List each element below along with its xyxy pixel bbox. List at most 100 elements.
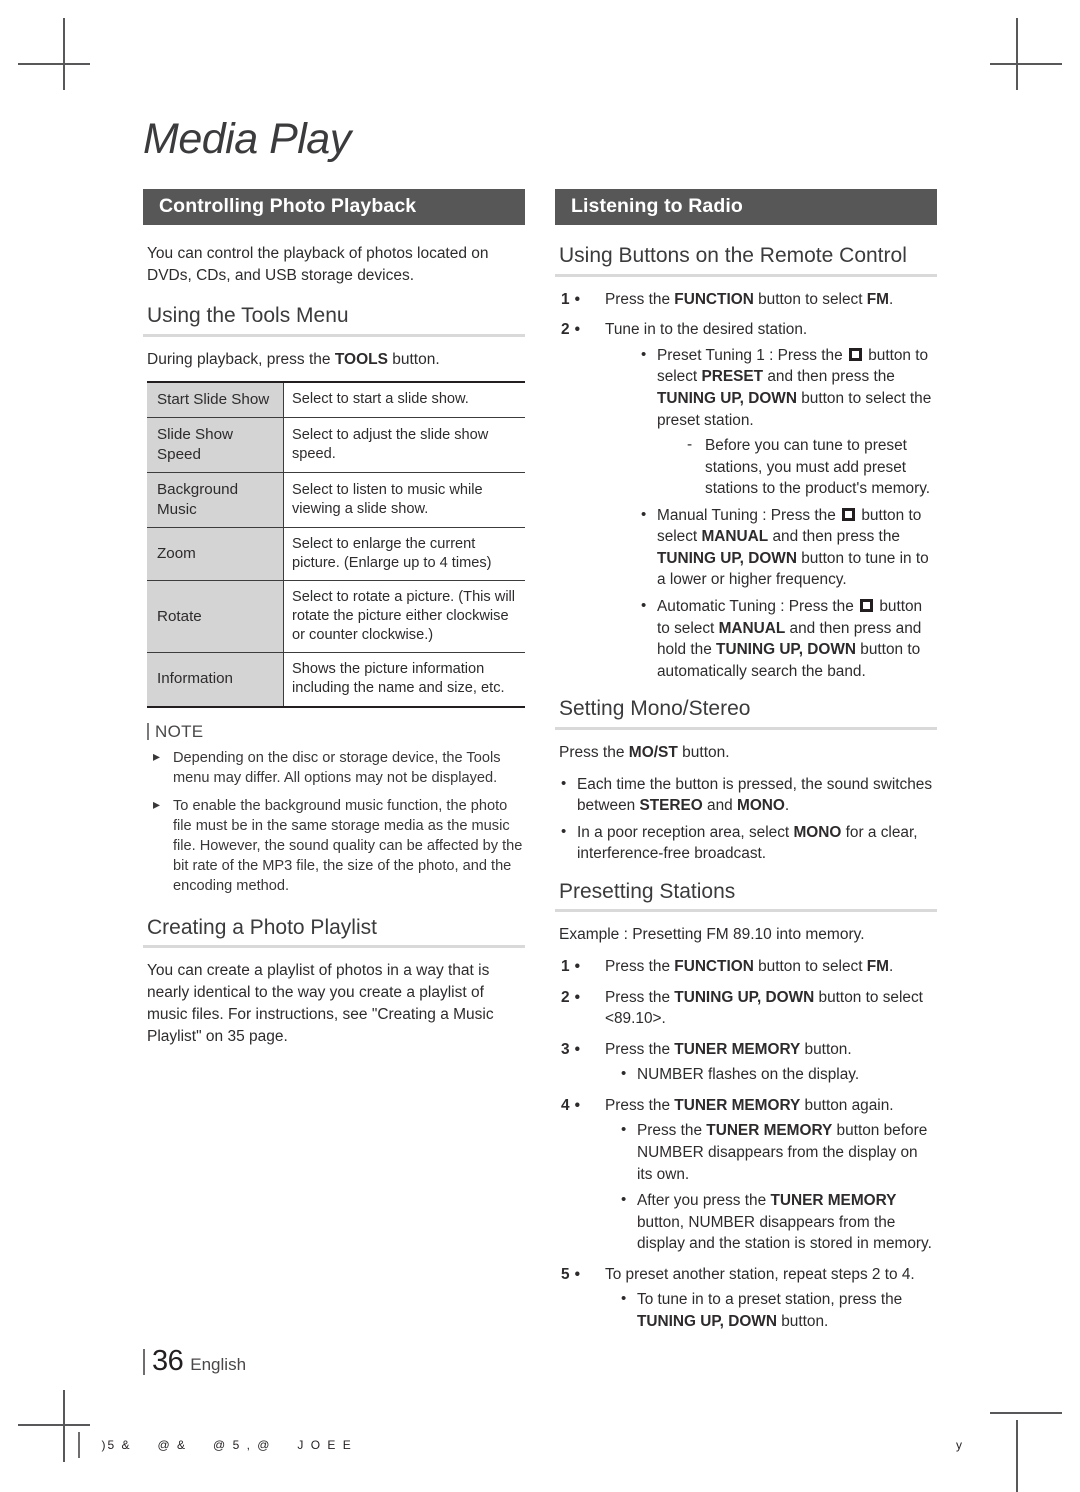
step-number-value: 1 — [561, 290, 570, 308]
right-column: Listening to Radio Using Buttons on the … — [555, 189, 937, 1341]
manual-page: Media Play Controlling Photo Playback Yo… — [143, 118, 938, 1378]
table-row: Slide Show Speed Select to adjust the sl… — [147, 417, 525, 474]
subheading-using-buttons-on-the-remote-control: Using Buttons on the Remote Control — [559, 244, 907, 268]
step-dot: • — [574, 1265, 580, 1283]
table-row: Background Music Select to listen to mus… — [147, 472, 525, 528]
list-item: To tune in to a preset station, press th… — [621, 1288, 937, 1332]
step-text: Press the TUNING UP, DOWN button to sele… — [605, 989, 923, 1028]
slug-part: J O E E — [297, 1438, 353, 1452]
step-number: 2 • — [561, 319, 601, 341]
subheading-setting-mono-stereo: Setting Mono/Stereo — [559, 697, 751, 721]
step-number: 4 • — [561, 1095, 601, 1117]
list-item: 2• Tune in to the desired station. Prese… — [559, 319, 937, 682]
automatic-lead-post: button — [875, 598, 923, 615]
table-row: Zoom Select to enlarge the current pictu… — [147, 527, 525, 582]
step-pre: Press the — [605, 290, 675, 308]
tools-option-desc: Shows the picture information including … — [283, 652, 525, 708]
tuning-modes-list: Preset Tuning 1 : Press the button to se… — [605, 344, 937, 682]
slug-bar-icon — [78, 1432, 80, 1458]
step-number: 5 • — [561, 1264, 601, 1286]
list-item: 3• Press the TUNER MEMORY button. NUMBER… — [559, 1039, 937, 1086]
subheading-presetting-stations: Presetting Stations — [559, 879, 736, 903]
step-dot: • — [574, 1040, 580, 1058]
list-item: Preset Tuning 1 : Press the button to se… — [641, 344, 937, 500]
remote-steps-list: 1 • Press the FUNCTION button to select F… — [555, 289, 937, 683]
tuning-up-down-label: TUNING UP, DOWN — [674, 988, 815, 1006]
page-language: English — [190, 1355, 247, 1374]
preset-l2-mid: and then press the — [767, 368, 895, 386]
crop-mark-top-left-horizontal — [18, 63, 90, 65]
mono-b2-pre: In a poor reception area, select — [577, 823, 794, 841]
tools-option-desc: Select to enlarge the current picture. (… — [283, 527, 525, 582]
step-pre: Press the — [605, 988, 675, 1006]
list-item: Depending on the disc or storage device,… — [151, 747, 525, 788]
tools-lead-post: button. — [387, 350, 440, 368]
tools-option-desc: Select to listen to music while viewing … — [283, 472, 525, 528]
step4-sub-list: Press the TUNER MEMORY button before NUM… — [605, 1119, 937, 1254]
tuning-up-down-label: TUNING UP, DOWN — [637, 1312, 777, 1330]
page-title: Media Play — [143, 115, 351, 163]
step-text: Press the FUNCTION button to select FM. — [605, 291, 893, 308]
printer-slug: )5 & @ & @ 5 , @ J O E E — [78, 1432, 379, 1458]
tools-option-desc: Select to start a slide show. — [283, 380, 525, 419]
mono-label: MONO — [793, 823, 842, 841]
mono-stereo-lead: Press the MO/ST button. — [555, 742, 937, 764]
step-dot: • — [574, 1096, 580, 1114]
automatic-l2-pre: to select — [657, 619, 719, 637]
sub-pre: After you press the — [637, 1192, 771, 1210]
folio-bar-icon — [143, 1348, 145, 1375]
step-number: 2 • — [561, 987, 601, 1009]
photo-playback-intro: You can control the playback of photos l… — [147, 245, 489, 285]
subheading-rule — [555, 726, 937, 730]
note-header: NOTE — [147, 722, 525, 742]
crop-mark-bottom-left-vertical — [63, 1390, 65, 1462]
square-button-icon — [848, 347, 862, 361]
manual-label: MANUAL — [718, 619, 786, 637]
manual-lead-post: button — [857, 506, 905, 524]
list-item: 5 • To preset another station, repeat ste… — [559, 1264, 937, 1333]
step-post: . — [888, 958, 894, 975]
subheading-rule — [555, 909, 937, 912]
list-item: 2 • Press the TUNING UP, DOWN button to s… — [559, 987, 937, 1030]
most-button-label: MO/ST — [628, 743, 678, 761]
tools-option-name: Start Slide Show — [147, 380, 284, 419]
left-column: Controlling Photo Playback You can contr… — [143, 189, 525, 1064]
note-list: Depending on the disc or storage device,… — [143, 747, 525, 897]
step-text: Press the TUNER MEMORY button. — [605, 1041, 852, 1058]
crop-mark-bottom-right-vertical — [1016, 1420, 1018, 1492]
manual-lead-pre: Manual Tuning : Press the — [657, 506, 841, 524]
step-number: 1 • — [561, 289, 601, 311]
presetting-example: Example : Presetting FM 89.10 into memor… — [559, 926, 865, 943]
tools-menu-table: Start Slide Show Select to start a slide… — [147, 380, 525, 708]
mono-label: MONO — [737, 797, 785, 815]
list-item: NUMBER flashes on the display. — [621, 1063, 937, 1086]
tools-option-desc: Select to rotate a picture. (This will r… — [283, 580, 525, 654]
tuning-up-down-label: TUNING UP, DOWN — [657, 549, 797, 567]
step-number-value: 1 — [561, 958, 570, 975]
printer-slug-right: y — [956, 1438, 962, 1452]
subheading-rule — [143, 333, 525, 337]
tools-button-label: TOOLS — [334, 350, 388, 368]
step-post: button. — [800, 1040, 852, 1058]
step-number-value: 3 — [561, 1040, 570, 1058]
sub-post: button, NUMBER disappears from the displ… — [637, 1213, 932, 1253]
mono-b1-post: . — [784, 797, 790, 815]
page-folio: 36 English — [143, 1345, 246, 1378]
list-item: Automatic Tuning : Press the button to s… — [641, 595, 937, 682]
function-button-label: FUNCTION — [674, 290, 754, 308]
crop-mark-top-right-vertical — [1016, 18, 1018, 90]
step-text: Press the FUNCTION button to select FM. — [605, 958, 893, 975]
step-pre: Press the — [605, 1040, 675, 1058]
slug-part: )5 & — [101, 1438, 132, 1452]
tools-menu-lead: During playback, press the TOOLS button. — [143, 349, 525, 371]
manual-label: MANUAL — [701, 528, 769, 546]
tools-option-name: Zoom — [147, 527, 284, 582]
mono-lead-post: button. — [677, 743, 730, 761]
mono-lead-pre: Press the — [559, 743, 629, 761]
step-number: 1 • — [561, 956, 601, 978]
list-item: To enable the background music function,… — [151, 795, 525, 897]
list-item: Manual Tuning : Press the button to sele… — [641, 504, 937, 591]
step-pre: Press the — [605, 958, 675, 975]
step-dot: • — [574, 321, 580, 339]
slug-part: @ 5 , @ — [213, 1438, 272, 1452]
